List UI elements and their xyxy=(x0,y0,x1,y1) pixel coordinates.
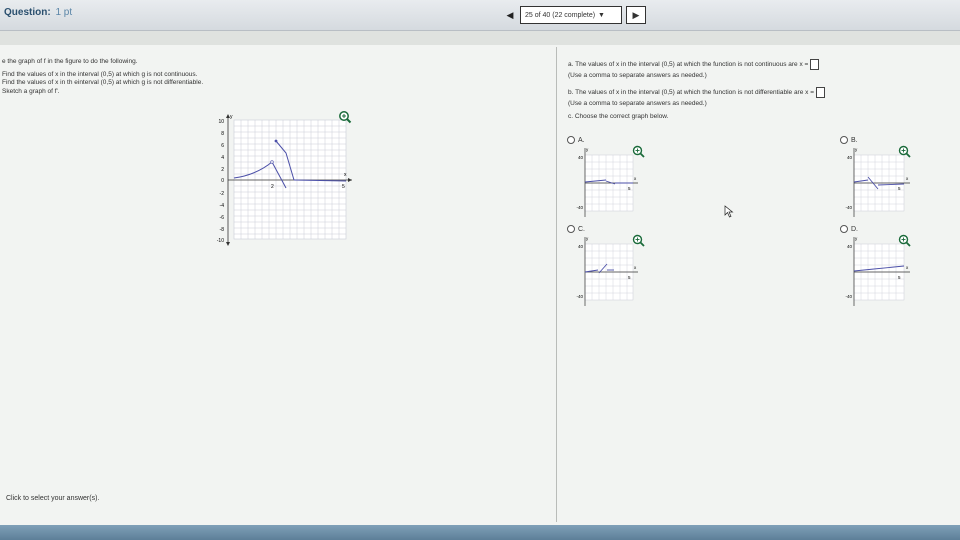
part-b-hint: (Use a comma to separate answers as need… xyxy=(568,100,707,107)
y-tick-neg2: -2 xyxy=(220,191,225,197)
main-function-graph: y x 10 8 6 4 2 0 -2 -4 -6 -8 -10 2 5 xyxy=(217,114,352,246)
option-b-y-label: y xyxy=(855,147,858,152)
part-b-prompt: b. The values of x in the interval (0,5)… xyxy=(568,87,825,98)
option-b-bottom-tick: -40 xyxy=(845,205,852,210)
option-c-graph[interactable]: y x 40 -40 5 xyxy=(570,236,640,308)
question-position-text: 25 of 40 (22 complete) xyxy=(525,11,596,19)
part-a-answer-input[interactable] xyxy=(810,59,820,70)
x-tick-2: 2 xyxy=(271,184,274,190)
option-c-label: C. xyxy=(578,225,585,233)
zoom-in-icon[interactable] xyxy=(338,110,352,124)
main-y-tick-labels: 10 8 6 4 2 0 -2 -4 -6 -8 -10 xyxy=(217,119,224,244)
previous-question-button[interactable]: ◀ xyxy=(502,6,518,24)
option-d-x-label: x xyxy=(906,265,909,270)
main-graph-grid xyxy=(233,119,347,240)
option-d-bottom-tick: -40 xyxy=(845,294,852,299)
mouse-pointer-icon xyxy=(724,205,734,218)
main-x-axis-label: x xyxy=(344,172,347,178)
part-a-prompt-text: a. The values of x in the interval (0,5)… xyxy=(568,61,809,69)
question-label-text: Question: xyxy=(4,7,51,18)
option-a-top-tick: 40 xyxy=(578,155,584,160)
y-tick-neg8: -8 xyxy=(220,227,225,233)
option-d-label: D. xyxy=(851,225,858,233)
part-b-prompt-text: b. The values of x in the interval (0,5)… xyxy=(568,89,814,97)
radio-circle-icon xyxy=(840,225,848,233)
option-c-radio[interactable]: C. xyxy=(567,225,585,233)
radio-circle-icon xyxy=(840,136,848,144)
y-tick-10: 10 xyxy=(218,119,224,125)
triangle-left-icon: ◀ xyxy=(506,9,514,20)
question-label: Question: 1 pt xyxy=(4,7,72,18)
zoom-in-icon[interactable] xyxy=(898,234,911,247)
y-tick-neg10: -10 xyxy=(217,238,224,244)
instruction-line-3: Find the values of x in th einterval (0,… xyxy=(2,79,204,86)
instruction-line-1: e the graph of f in the figure to do the… xyxy=(2,58,138,65)
option-d-radio[interactable]: D. xyxy=(840,225,858,233)
option-c-top-tick: 40 xyxy=(578,244,584,249)
option-a-y-label: y xyxy=(586,147,589,152)
zoom-in-icon[interactable] xyxy=(632,145,645,158)
part-b-answer-input[interactable] xyxy=(816,87,825,98)
question-content: e the graph of f in the figure to do the… xyxy=(0,45,960,525)
question-points: 1 pt xyxy=(55,7,73,18)
option-b-top-tick: 40 xyxy=(847,155,853,160)
option-c-bottom-tick: -40 xyxy=(576,294,583,299)
part-c-prompt: c. Choose the correct graph below. xyxy=(568,113,669,120)
pane-divider xyxy=(556,47,557,522)
y-tick-6: 6 xyxy=(221,143,224,149)
y-tick-4: 4 xyxy=(221,155,224,161)
zoom-in-icon[interactable] xyxy=(632,234,645,247)
y-tick-0: 0 xyxy=(221,178,224,184)
option-b-label: B. xyxy=(851,136,858,144)
option-a-graph[interactable]: y x 40 -40 5 xyxy=(570,147,640,219)
option-c-y-label: y xyxy=(586,236,589,241)
question-navigator-dropdown[interactable]: 25 of 40 (22 complete) ▼ xyxy=(520,6,622,24)
part-a-hint: (Use a comma to separate answers as need… xyxy=(568,72,707,79)
option-a-bottom-tick: -40 xyxy=(576,205,583,210)
radio-circle-icon xyxy=(567,225,575,233)
part-a-prompt: a. The values of x in the interval (0,5)… xyxy=(568,59,820,70)
bottom-bar xyxy=(0,525,960,540)
header-bar: Question: 1 pt ◀ 25 of 40 (22 complete) … xyxy=(0,0,960,31)
option-a-x-label: x xyxy=(634,176,637,181)
instruction-line-2: Find the values of x in the interval (0,… xyxy=(2,71,198,78)
option-d-y-label: y xyxy=(855,236,858,241)
y-tick-neg6: -6 xyxy=(220,215,225,221)
option-c-x-label: x xyxy=(634,265,637,270)
main-y-axis-label: y xyxy=(230,114,233,120)
next-question-button[interactable]: ▶ xyxy=(626,6,646,24)
y-tick-8: 8 xyxy=(221,131,224,137)
x-tick-5: 5 xyxy=(342,184,345,190)
instruction-line-4: Sketch a graph of f'. xyxy=(2,88,60,95)
option-d-top-tick: 40 xyxy=(847,244,853,249)
y-tick-neg4: -4 xyxy=(220,203,225,209)
open-dot xyxy=(270,160,274,164)
y-tick-2: 2 xyxy=(221,167,224,173)
option-b-radio[interactable]: B. xyxy=(840,136,858,144)
option-a-radio[interactable]: A. xyxy=(567,136,585,144)
caret-down-icon: ▼ xyxy=(598,11,605,19)
triangle-right-icon: ▶ xyxy=(632,9,640,20)
footer-hint: Click to select your answer(s). xyxy=(6,495,100,502)
option-a-label: A. xyxy=(578,136,585,144)
radio-circle-icon xyxy=(567,136,575,144)
zoom-in-icon[interactable] xyxy=(898,145,911,158)
closed-dot xyxy=(274,139,278,143)
option-b-x-label: x xyxy=(906,176,909,181)
